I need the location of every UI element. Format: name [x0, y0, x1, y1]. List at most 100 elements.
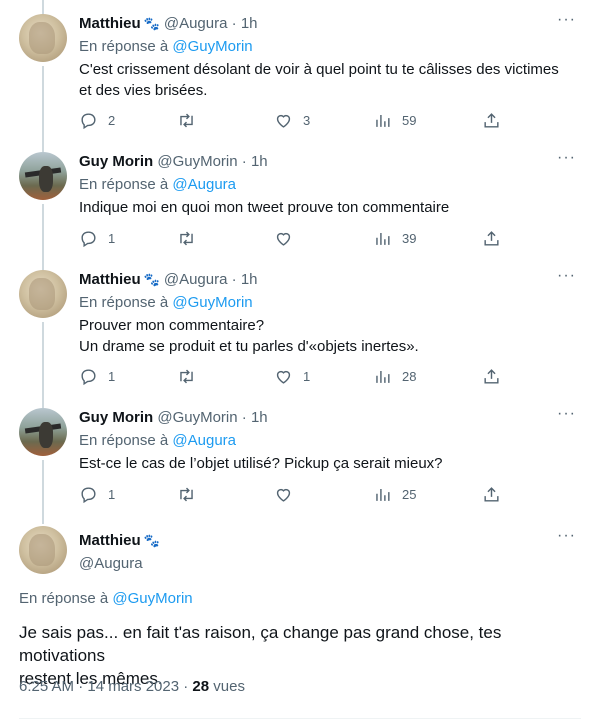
retweet-button[interactable] — [177, 367, 196, 386]
timestamp[interactable]: 1h — [251, 153, 268, 170]
reply-prefix: En réponse à — [79, 294, 169, 311]
avatar[interactable] — [19, 14, 67, 62]
views-button[interactable]: 59 — [373, 111, 416, 130]
analytics-icon — [376, 114, 390, 127]
like-button[interactable]: 1 — [274, 367, 310, 386]
views-button[interactable]: 39 — [373, 229, 416, 248]
reply-button[interactable]: 1 — [79, 229, 115, 248]
views-count: 59 — [402, 113, 417, 128]
like-button[interactable] — [274, 485, 293, 504]
separator-dot: · — [241, 409, 247, 426]
analytics-icon — [376, 488, 390, 501]
timestamp[interactable]: 1h — [241, 15, 258, 32]
avatar[interactable] — [19, 152, 67, 200]
reply-icon — [81, 231, 96, 248]
tweet[interactable]: Guy Morin @GuyMorin · 1h ··· En réponse … — [0, 138, 600, 268]
retweet-button[interactable] — [177, 485, 196, 504]
more-options-icon[interactable]: ··· — [557, 405, 576, 423]
reply-prefix: En réponse à — [79, 176, 169, 193]
share-button[interactable] — [482, 229, 501, 248]
share-icon — [484, 231, 499, 246]
mention-link[interactable]: @GuyMorin — [172, 294, 252, 311]
author-handle[interactable]: @Augura — [164, 15, 228, 32]
avatar[interactable] — [19, 270, 67, 318]
retweet-button[interactable] — [177, 229, 196, 248]
tweet-text: Est-ce le cas de l’objet utilisé? Pickup… — [79, 455, 443, 472]
reply-context: En réponse à @GuyMorin — [79, 293, 253, 313]
separator-dot: · — [231, 271, 237, 288]
avatar[interactable] — [19, 408, 67, 456]
timestamp[interactable]: 1h — [241, 271, 258, 288]
author-name[interactable]: Matthieu — [79, 271, 141, 288]
reply-count: 2 — [108, 113, 116, 128]
action-bar: 1 39 — [79, 229, 509, 249]
like-count: 1 — [303, 369, 311, 384]
author-handle[interactable]: @Augura — [164, 271, 228, 288]
views-count: 28 — [402, 369, 417, 384]
views-count: 25 — [402, 487, 417, 502]
analytics-icon — [376, 232, 390, 245]
reply-context: En réponse à @Augura — [79, 431, 236, 451]
tweet[interactable]: Matthieu 🐾 @Augura · 1h ··· En réponse à @… — [0, 0, 600, 140]
main-author: Matthieu 🐾 @Augura — [79, 531, 164, 574]
reply-button[interactable]: 1 — [79, 367, 115, 386]
author-name[interactable]: Guy Morin — [79, 409, 153, 426]
share-icon — [484, 369, 499, 384]
more-options-icon[interactable]: ··· — [557, 527, 576, 545]
like-button[interactable] — [274, 229, 293, 248]
timestamp[interactable]: 1h — [251, 409, 268, 426]
author-handle[interactable]: @Augura — [79, 554, 164, 574]
like-button[interactable]: 3 — [274, 111, 310, 130]
tweet-timestamp[interactable]: 6:25 AM · 14 mars 2023 · — [19, 678, 188, 695]
paw-emoji: 🐾 — [143, 272, 160, 287]
share-button[interactable] — [482, 367, 501, 386]
paw-emoji: 🐾 — [143, 16, 160, 31]
reply-count: 1 — [108, 231, 116, 246]
tweet-meta: 6:25 AM · 14 mars 2023 · 28 vues — [19, 678, 245, 695]
tweet-text: Prouver mon commentaire? Un drame se pro… — [79, 317, 419, 355]
main-avatar[interactable] — [19, 526, 67, 574]
analytics-icon — [376, 370, 390, 383]
reply-context: En réponse à @GuyMorin — [19, 590, 193, 607]
mention-link[interactable]: @GuyMorin — [172, 38, 252, 55]
retweet-button[interactable] — [177, 111, 196, 130]
reply-button[interactable]: 2 — [79, 111, 115, 130]
retweet-icon — [180, 487, 193, 502]
mention-link[interactable]: @Augura — [172, 432, 236, 449]
views-button[interactable]: 28 — [373, 367, 416, 386]
reply-prefix: En réponse à — [19, 590, 109, 607]
author-name[interactable]: Matthieu — [79, 532, 141, 549]
share-icon — [484, 113, 499, 128]
author-handle[interactable]: @GuyMorin — [157, 409, 237, 426]
views-button[interactable]: 25 — [373, 485, 416, 504]
reply-button[interactable]: 1 — [79, 485, 115, 504]
mention-link[interactable]: @Augura — [172, 176, 236, 193]
tweet-text: Indique moi en quoi mon tweet prouve ton… — [79, 199, 450, 216]
share-button[interactable] — [482, 111, 501, 130]
mention-link[interactable]: @GuyMorin — [112, 590, 192, 607]
more-options-icon[interactable]: ··· — [557, 267, 576, 285]
tweet[interactable]: Guy Morin @GuyMorin · 1h ··· En réponse … — [0, 394, 600, 524]
tweet[interactable]: Matthieu 🐾 @Augura · 1h ··· En réponse à @… — [0, 256, 600, 396]
heart-icon — [276, 488, 291, 502]
more-options-icon[interactable]: ··· — [557, 11, 576, 29]
divider — [19, 718, 581, 719]
paw-emoji: 🐾 — [143, 533, 160, 548]
author-handle[interactable]: @GuyMorin — [157, 153, 237, 170]
action-bar: 1 25 — [79, 485, 509, 505]
views-label: vues — [213, 678, 245, 695]
reply-count: 1 — [108, 487, 116, 502]
views-count: 39 — [402, 231, 417, 246]
share-button[interactable] — [482, 485, 501, 504]
action-bar: 1 1 28 — [79, 367, 509, 387]
reply-prefix: En réponse à — [79, 38, 169, 55]
author-name[interactable]: Matthieu — [79, 15, 141, 32]
tweet-text: C'est crissement désolant de voir à quel… — [79, 61, 559, 99]
like-count: 3 — [303, 113, 311, 128]
reply-icon — [81, 487, 96, 504]
more-options-icon[interactable]: ··· — [557, 149, 576, 167]
separator-dot: · — [241, 153, 247, 170]
reply-icon — [81, 113, 96, 130]
author-name[interactable]: Guy Morin — [79, 153, 153, 170]
reply-count: 1 — [108, 369, 116, 384]
